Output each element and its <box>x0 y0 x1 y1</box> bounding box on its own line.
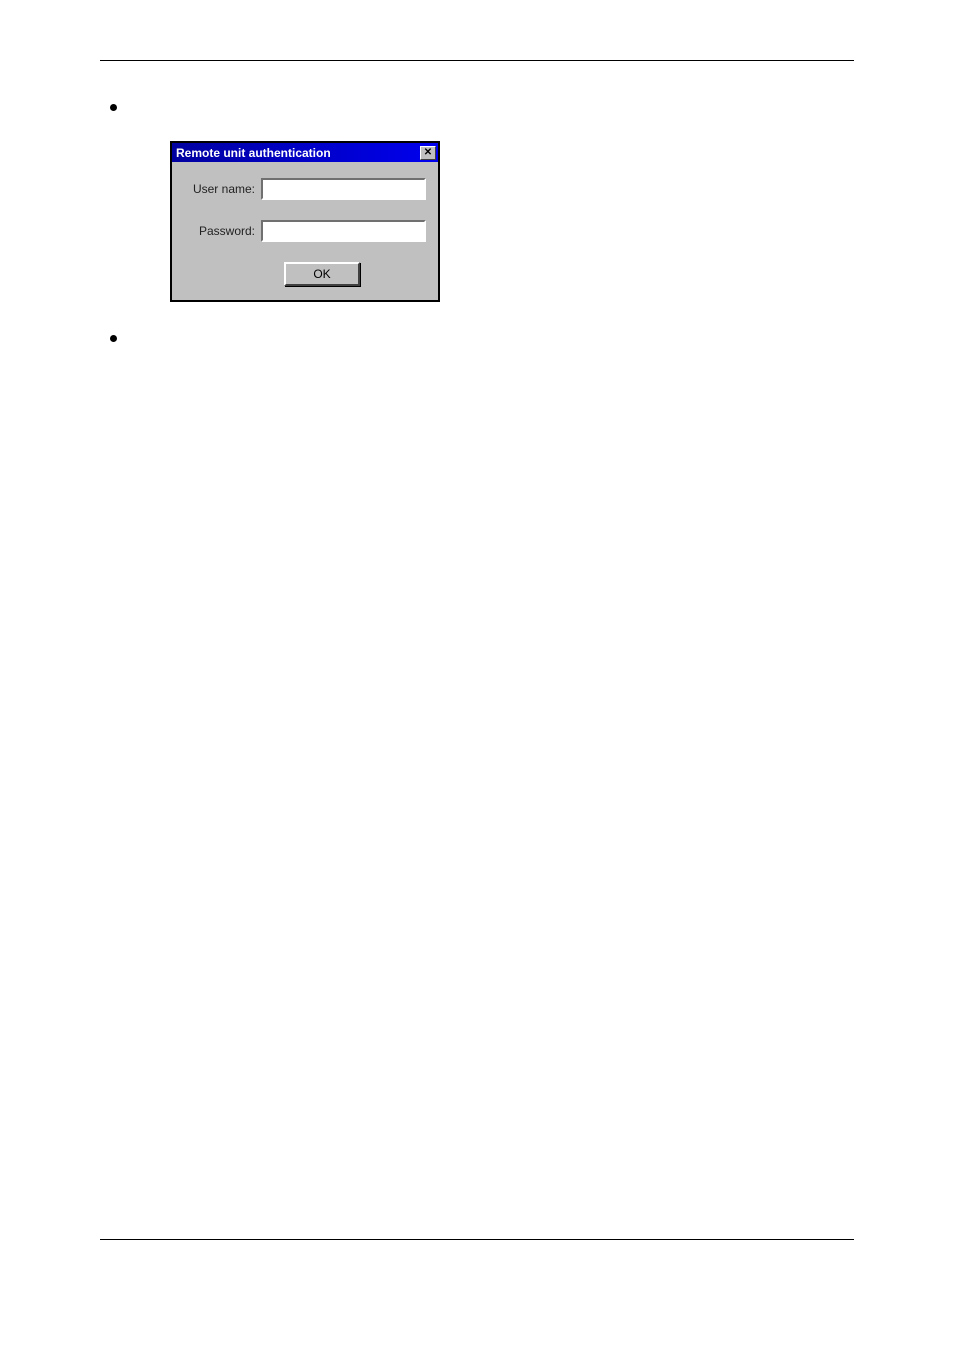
username-label: User name: <box>184 182 261 196</box>
password-input[interactable] <box>261 220 426 242</box>
bullet-dot <box>110 104 117 111</box>
dialog-wrapper: Remote unit authentication ✕ User name: … <box>170 141 854 302</box>
top-rule <box>100 60 854 61</box>
close-button[interactable]: ✕ <box>420 146 436 160</box>
dialog-title: Remote unit authentication <box>176 146 331 160</box>
ok-button-label: OK <box>313 267 330 281</box>
bullet-dot <box>110 335 117 342</box>
password-row: Password: <box>184 220 426 242</box>
bottom-rule <box>100 1239 854 1240</box>
ok-button[interactable]: OK <box>284 262 360 286</box>
close-icon: ✕ <box>424 148 432 158</box>
username-row: User name: <box>184 178 426 200</box>
bullet-item-1 <box>110 101 854 111</box>
dialog-body: User name: Password: OK <box>172 162 438 300</box>
button-row: OK <box>184 262 426 286</box>
bullet-item-2 <box>110 332 854 342</box>
username-input[interactable] <box>261 178 426 200</box>
password-label: Password: <box>184 224 261 238</box>
dialog-titlebar: Remote unit authentication ✕ <box>172 143 438 162</box>
page-container: Remote unit authentication ✕ User name: … <box>0 0 954 1348</box>
auth-dialog: Remote unit authentication ✕ User name: … <box>170 141 440 302</box>
